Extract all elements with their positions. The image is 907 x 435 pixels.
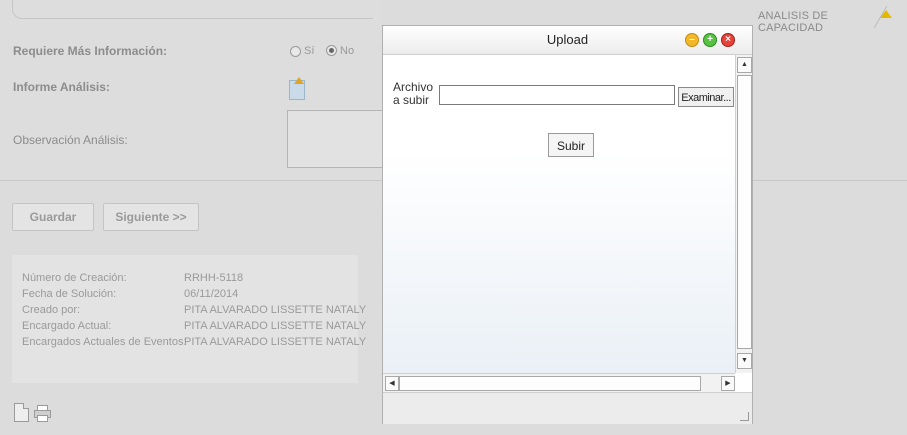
analysis-tab[interactable]: ANALISIS DE CAPACIDAD [752, 8, 892, 34]
info-value: PITA ALVARADO LISSETTE NATALY [184, 304, 367, 316]
info-label: Encargados Actuales de Eventos: [22, 336, 187, 348]
analysis-tab-label: ANALISIS DE CAPACIDAD [758, 10, 829, 34]
upload-file-icon[interactable] [289, 77, 305, 100]
observacion-textarea[interactable] [287, 110, 382, 168]
upload-window-content: Archivo a subir Examinar... Subir [383, 55, 735, 373]
vertical-scrollbar[interactable]: ▲ ▼ [735, 55, 752, 373]
guardar-button[interactable]: Guardar [12, 203, 94, 231]
vertical-scroll-thumb[interactable] [737, 75, 752, 349]
info-value: 06/11/2014 [184, 288, 239, 300]
info-label: Fecha de Solución: [22, 288, 117, 300]
info-panel: Número de Creación: RRHH-5118 Fecha de S… [12, 255, 366, 383]
observacion-label: Observación Análisis: [13, 133, 128, 147]
informe-label: Informe Análisis: [13, 80, 110, 94]
maximize-icon[interactable]: + [703, 33, 717, 47]
scroll-up-icon[interactable]: ▲ [737, 57, 752, 73]
info-label: Creado por: [22, 304, 81, 316]
radio-si[interactable] [290, 46, 301, 57]
printer-icon[interactable] [34, 405, 51, 422]
info-value: PITA ALVARADO LISSETTE NATALY [184, 320, 367, 332]
upload-window-statusbar [383, 392, 752, 424]
form-top-border [12, 0, 373, 19]
file-label: Archivo a subir [393, 80, 434, 107]
scroll-right-icon[interactable]: ▶ [721, 376, 735, 391]
browse-button[interactable]: Examinar... [678, 87, 734, 107]
upload-window-titlebar[interactable]: Upload – + × [383, 26, 752, 55]
scroll-down-icon[interactable]: ▼ [737, 353, 752, 369]
scroll-left-icon[interactable]: ◀ [385, 376, 399, 391]
info-value: PITA ALVARADO LISSETTE NATALY [184, 336, 367, 348]
submit-button[interactable]: Subir [548, 133, 594, 157]
resize-grip-icon[interactable] [740, 412, 749, 421]
siguiente-button[interactable]: Siguiente >> [103, 203, 199, 231]
info-label: Número de Creación: [22, 272, 127, 284]
horizontal-scroll-thumb[interactable] [399, 376, 701, 391]
upload-window: Upload – + × Archivo a subir Examinar...… [382, 25, 753, 424]
radio-si-label: Sí [304, 45, 315, 57]
horizontal-scrollbar[interactable]: ◀ ▶ [383, 373, 735, 392]
info-value: RRHH-5118 [184, 272, 244, 284]
close-icon[interactable]: × [721, 33, 735, 47]
radio-no-label: No [340, 45, 355, 57]
requiere-label: Requiere Más Información: [13, 44, 168, 58]
file-path-input[interactable] [439, 85, 675, 105]
info-label: Encargado Actual: [22, 320, 112, 332]
analysis-form: Requiere Más Información: Sí No Informe … [0, 0, 382, 180]
document-icon[interactable] [14, 403, 29, 422]
minimize-icon[interactable]: – [685, 33, 699, 47]
radio-no[interactable] [326, 45, 337, 56]
